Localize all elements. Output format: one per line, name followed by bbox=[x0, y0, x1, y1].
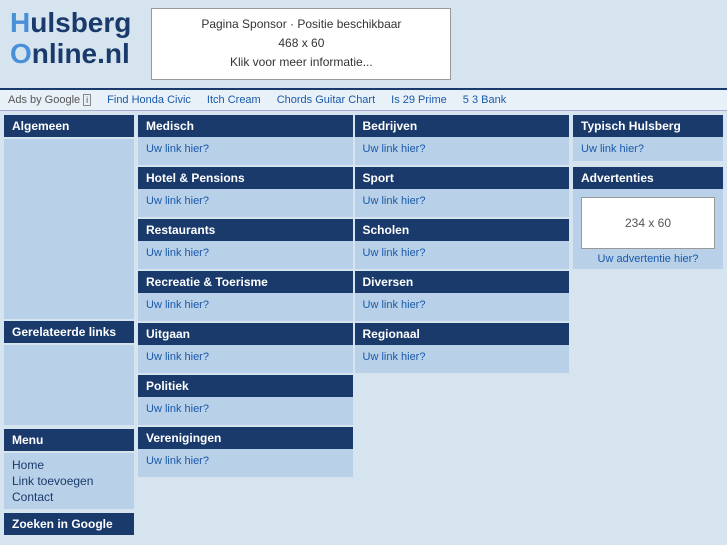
typisch-header: Typisch Hulsberg bbox=[573, 115, 723, 137]
cat-medisch: Medisch Uw link hier? bbox=[138, 115, 353, 165]
ad-advertentie-link[interactable]: Uw advertentie hier? bbox=[581, 253, 715, 265]
header: Hulsberg Online.nl Pagina Sponsor · Posi… bbox=[0, 0, 727, 88]
cat-diversen: Diversen Uw link hier? bbox=[355, 271, 570, 321]
diversen-body: Uw link hier? bbox=[355, 293, 570, 321]
google-header: Zoeken in Google bbox=[4, 513, 134, 535]
scholen-link[interactable]: Uw link hier? bbox=[363, 247, 426, 259]
bedrijven-header: Bedrijven bbox=[355, 115, 570, 137]
scholen-body: Uw link hier? bbox=[355, 241, 570, 269]
cat-bedrijven: Bedrijven Uw link hier? bbox=[355, 115, 570, 165]
uitgaan-header: Uitgaan bbox=[138, 323, 353, 345]
diversen-header: Diversen bbox=[355, 271, 570, 293]
restaurants-header: Restaurants bbox=[138, 219, 353, 241]
politiek-header: Politiek bbox=[138, 375, 353, 397]
gerelateerde-header: Gerelateerde links bbox=[4, 321, 134, 343]
restaurants-link[interactable]: Uw link hier? bbox=[146, 247, 209, 259]
recreatie-header: Recreatie & Toerisme bbox=[138, 271, 353, 293]
ad-link-3[interactable]: Chords Guitar Chart bbox=[277, 94, 375, 106]
recreatie-body: Uw link hier? bbox=[138, 293, 353, 321]
left-sidebar: Algemeen Gerelateerde links Menu Home Li… bbox=[4, 115, 134, 535]
row-4: Recreatie & Toerisme Uw link hier? Diver… bbox=[138, 271, 569, 321]
logo: Hulsberg Online.nl bbox=[10, 8, 131, 70]
sport-body: Uw link hier? bbox=[355, 189, 570, 217]
main-layout: Algemeen Gerelateerde links Menu Home Li… bbox=[0, 111, 727, 539]
diversen-link[interactable]: Uw link hier? bbox=[363, 299, 426, 311]
page-wrapper: Hulsberg Online.nl Pagina Sponsor · Posi… bbox=[0, 0, 727, 545]
row-6: Politiek Uw link hier? bbox=[138, 375, 569, 425]
typisch-section: Typisch Hulsberg Uw link hier? bbox=[573, 115, 723, 161]
row-5: Uitgaan Uw link hier? Regionaal Uw link … bbox=[138, 323, 569, 373]
sponsor-line1: Pagina Sponsor · Positie beschikbaar bbox=[164, 15, 438, 34]
scholen-header: Scholen bbox=[355, 219, 570, 241]
ads-icon: i bbox=[83, 94, 91, 106]
menu-link-toevoegen[interactable]: Link toevoegen bbox=[12, 473, 126, 489]
medisch-body: Uw link hier? bbox=[138, 137, 353, 165]
politiek-body: Uw link hier? bbox=[138, 397, 353, 425]
cat-recreatie: Recreatie & Toerisme Uw link hier? bbox=[138, 271, 353, 321]
regionaal-body: Uw link hier? bbox=[355, 345, 570, 373]
sport-link[interactable]: Uw link hier? bbox=[363, 195, 426, 207]
bedrijven-body: Uw link hier? bbox=[355, 137, 570, 165]
center-content: Medisch Uw link hier? Bedrijven Uw link … bbox=[138, 115, 569, 535]
typisch-body: Uw link hier? bbox=[573, 137, 723, 161]
sport-header: Sport bbox=[355, 167, 570, 189]
row-7: Verenigingen Uw link hier? bbox=[138, 427, 569, 477]
ad-bar: Ads by Google i Find Honda Civic Itch Cr… bbox=[0, 88, 727, 111]
cat-uitgaan: Uitgaan Uw link hier? bbox=[138, 323, 353, 373]
gerelateerde-body bbox=[4, 345, 134, 425]
cat-restaurants: Restaurants Uw link hier? bbox=[138, 219, 353, 269]
hotel-body: Uw link hier? bbox=[138, 189, 353, 217]
cat-empty-7 bbox=[355, 427, 570, 477]
algemeen-body bbox=[4, 139, 134, 319]
ad-link-5[interactable]: 5 3 Bank bbox=[463, 94, 506, 106]
typisch-link[interactable]: Uw link hier? bbox=[581, 143, 644, 155]
cat-regionaal: Regionaal Uw link hier? bbox=[355, 323, 570, 373]
cat-hotel: Hotel & Pensions Uw link hier? bbox=[138, 167, 353, 217]
cat-empty-6 bbox=[355, 375, 570, 425]
ads-by-google-label: Ads by Google bbox=[8, 94, 80, 106]
sponsor-line2: 468 x 60 bbox=[164, 34, 438, 53]
cat-sport: Sport Uw link hier? bbox=[355, 167, 570, 217]
advertenties-header: Advertenties bbox=[573, 167, 723, 189]
restaurants-body: Uw link hier? bbox=[138, 241, 353, 269]
advertenties-body: 234 x 60 Uw advertentie hier? bbox=[573, 189, 723, 269]
row-1: Medisch Uw link hier? Bedrijven Uw link … bbox=[138, 115, 569, 165]
ads-by-google: Ads by Google i bbox=[8, 94, 91, 106]
regionaal-header: Regionaal bbox=[355, 323, 570, 345]
ad-link-2[interactable]: Itch Cream bbox=[207, 94, 261, 106]
medisch-link[interactable]: Uw link hier? bbox=[146, 143, 209, 155]
cat-verenigingen: Verenigingen Uw link hier? bbox=[138, 427, 353, 477]
row-3: Restaurants Uw link hier? Scholen Uw lin… bbox=[138, 219, 569, 269]
verenigingen-body: Uw link hier? bbox=[138, 449, 353, 477]
verenigingen-link[interactable]: Uw link hier? bbox=[146, 455, 209, 467]
bedrijven-link[interactable]: Uw link hier? bbox=[363, 143, 426, 155]
cat-politiek: Politiek Uw link hier? bbox=[138, 375, 353, 425]
menu-link-home[interactable]: Home bbox=[12, 457, 126, 473]
recreatie-link[interactable]: Uw link hier? bbox=[146, 299, 209, 311]
row-2: Hotel & Pensions Uw link hier? Sport Uw … bbox=[138, 167, 569, 217]
verenigingen-header: Verenigingen bbox=[138, 427, 353, 449]
sponsor-line3: Klik voor meer informatie... bbox=[164, 53, 438, 72]
right-sidebar: Typisch Hulsberg Uw link hier? Advertent… bbox=[573, 115, 723, 535]
menu-header: Menu bbox=[4, 429, 134, 451]
algemeen-header: Algemeen bbox=[4, 115, 134, 137]
politiek-link[interactable]: Uw link hier? bbox=[146, 403, 209, 415]
menu-link-contact[interactable]: Contact bbox=[12, 489, 126, 505]
sponsor-box[interactable]: Pagina Sponsor · Positie beschikbaar 468… bbox=[151, 8, 451, 80]
uitgaan-link[interactable]: Uw link hier? bbox=[146, 351, 209, 363]
menu-body: Home Link toevoegen Contact bbox=[4, 453, 134, 509]
ad-link-1[interactable]: Find Honda Civic bbox=[107, 94, 191, 106]
regionaal-link[interactable]: Uw link hier? bbox=[363, 351, 426, 363]
ad-box-text: 234 x 60 bbox=[625, 216, 671, 230]
hotel-link[interactable]: Uw link hier? bbox=[146, 195, 209, 207]
ad-box: 234 x 60 bbox=[581, 197, 715, 249]
cat-scholen: Scholen Uw link hier? bbox=[355, 219, 570, 269]
ad-link-4[interactable]: Is 29 Prime bbox=[391, 94, 447, 106]
hotel-header: Hotel & Pensions bbox=[138, 167, 353, 189]
uitgaan-body: Uw link hier? bbox=[138, 345, 353, 373]
medisch-header: Medisch bbox=[138, 115, 353, 137]
